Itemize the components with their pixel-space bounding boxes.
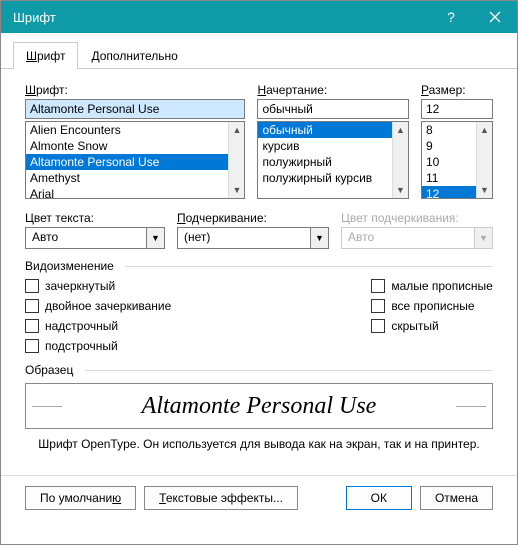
style-input[interactable]: [257, 99, 409, 119]
checkbox-двойное-зачеркивание[interactable]: двойное зачеркивание: [25, 299, 171, 313]
checkbox-icon: [371, 299, 385, 313]
tab-strip: Шрифт Дополнительно: [1, 33, 517, 69]
checkbox-icon: [25, 339, 39, 353]
default-button[interactable]: По умолчанию: [25, 486, 136, 510]
preview-text: Altamonte Personal Use: [142, 393, 377, 420]
list-item[interactable]: Alien Encounters: [26, 122, 244, 138]
checkbox-скрытый[interactable]: скрытый: [371, 319, 493, 333]
size-listbox[interactable]: 89101112 ▲▼: [421, 121, 493, 199]
list-item[interactable]: Altamonte Personal Use: [26, 154, 244, 170]
checkbox-icon: [25, 279, 39, 293]
text-effects-button[interactable]: Текстовые эффекты...: [144, 486, 298, 510]
checkbox-малые-прописные[interactable]: малые прописные: [371, 279, 493, 293]
checkbox-надстрочный[interactable]: надстрочный: [25, 319, 171, 333]
checkbox-icon: [371, 319, 385, 333]
checkbox-icon: [25, 299, 39, 313]
chevron-down-icon: ▼: [310, 228, 328, 248]
tab-font[interactable]: Шрифт: [13, 42, 78, 69]
scrollbar[interactable]: ▲▼: [392, 122, 408, 198]
list-item[interactable]: Amethyst: [26, 170, 244, 186]
chevron-down-icon: ▼: [146, 228, 164, 248]
scrollbar[interactable]: ▲▼: [228, 122, 244, 198]
font-input[interactable]: [25, 99, 245, 119]
list-item[interactable]: курсив: [258, 138, 408, 154]
style-label: Начертание:: [257, 83, 409, 97]
checkbox-подстрочный[interactable]: подстрочный: [25, 339, 171, 353]
checkbox-все-прописные[interactable]: все прописные: [371, 299, 493, 313]
underline-label: Подчеркивание:: [177, 211, 329, 225]
scrollbar[interactable]: ▲▼: [476, 122, 492, 198]
titlebar: Шрифт ?: [1, 1, 517, 33]
preview-box: Altamonte Personal Use: [25, 383, 493, 429]
list-item[interactable]: полужирный: [258, 154, 408, 170]
window-title: Шрифт: [13, 10, 429, 25]
sample-label: Образец: [25, 363, 493, 377]
chevron-down-icon: ▼: [474, 228, 492, 248]
size-label: Размер:: [421, 83, 493, 97]
list-item[interactable]: Almonte Snow: [26, 138, 244, 154]
checkbox-icon: [25, 319, 39, 333]
font-listbox[interactable]: Alien EncountersAlmonte SnowAltamonte Pe…: [25, 121, 245, 199]
underline-combo[interactable]: (нет) ▼: [177, 227, 329, 249]
font-label: Шрифт:: [25, 83, 245, 97]
list-item[interactable]: обычный: [258, 122, 408, 138]
checkbox-зачеркнутый[interactable]: зачеркнутый: [25, 279, 171, 293]
cancel-button[interactable]: Отмена: [420, 486, 493, 510]
ok-button[interactable]: ОК: [346, 486, 412, 510]
font-dialog: Шрифт ? Шрифт Дополнительно Шрифт: Alien…: [0, 0, 518, 545]
close-button[interactable]: [473, 1, 517, 33]
close-icon: [489, 11, 501, 23]
tab-advanced[interactable]: Дополнительно: [78, 42, 190, 69]
help-button[interactable]: ?: [429, 1, 473, 33]
color-label: Цвет текста:: [25, 211, 165, 225]
effects-label: Видоизменение: [25, 259, 493, 273]
font-note: Шрифт OpenType. Он используется для выво…: [25, 437, 493, 451]
checkbox-icon: [371, 279, 385, 293]
style-listbox[interactable]: обычныйкурсивполужирныйполужирный курсив…: [257, 121, 409, 199]
list-item[interactable]: полужирный курсив: [258, 170, 408, 186]
underline-color-label: Цвет подчеркивания:: [341, 211, 493, 225]
underline-color-combo: Авто ▼: [341, 227, 493, 249]
color-combo[interactable]: Авто ▼: [25, 227, 165, 249]
list-item[interactable]: Arial: [26, 186, 244, 199]
size-input[interactable]: [421, 99, 493, 119]
